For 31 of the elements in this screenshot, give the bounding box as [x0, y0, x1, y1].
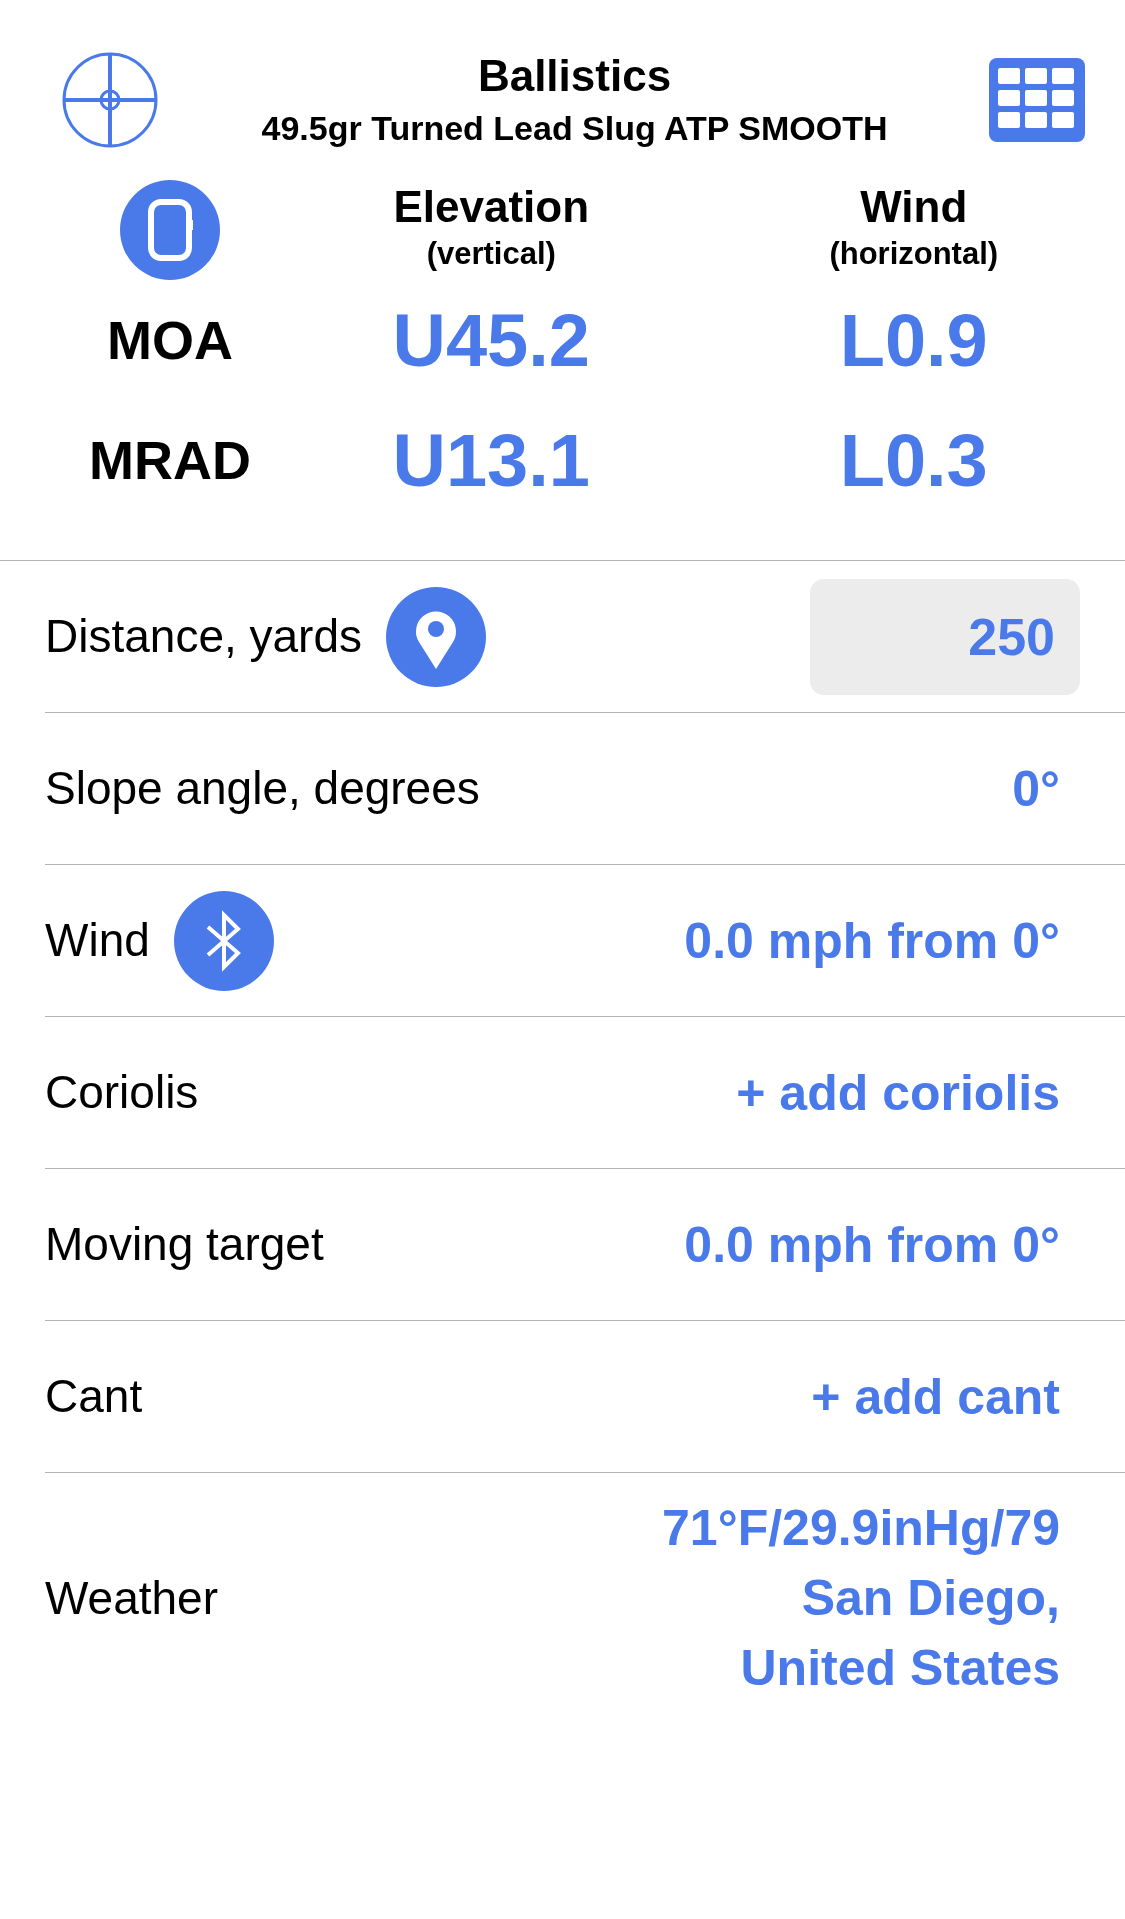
row-value[interactable]: 0.0 mph from 0°	[684, 905, 1060, 976]
distance-field[interactable]: 250	[810, 578, 1080, 695]
column-title: Elevation	[393, 182, 590, 231]
column-note: (horizontal)	[829, 234, 999, 273]
correction-value: L0.3	[839, 417, 988, 504]
column-title: Wind	[860, 182, 968, 231]
row-value[interactable]: + add coriolis	[736, 1057, 1060, 1128]
correction-value: U13.1	[392, 417, 590, 504]
correction-value: U45.2	[392, 297, 590, 384]
column-note: (vertical)	[426, 234, 556, 273]
weather-value[interactable]: 71°F/29.9inHg/79 San Diego, United States	[662, 1493, 1060, 1703]
unit-label: MOA	[107, 308, 233, 372]
correction-value: L0.9	[839, 297, 988, 384]
unit-label: MRAD	[89, 428, 251, 492]
row-label: Wind	[45, 913, 150, 968]
load-subtitle: 49.5gr Turned Lead Slug ATP SMOOTH	[261, 107, 888, 149]
location-pin-icon[interactable]	[386, 586, 486, 687]
row-value[interactable]: + add cant	[811, 1361, 1060, 1432]
row-value[interactable]: 0.0 mph from 0°	[684, 1209, 1060, 1280]
screen-title: Ballistics	[477, 50, 672, 102]
grid-icon[interactable]	[989, 58, 1085, 142]
row-label: Weather	[45, 1570, 219, 1626]
row-label: Coriolis	[45, 1065, 199, 1120]
bluetooth-icon[interactable]	[173, 890, 274, 991]
watch-icon[interactable]	[120, 180, 220, 280]
crosshair-icon[interactable]	[60, 50, 160, 150]
row-label: Cant	[45, 1369, 143, 1424]
row-value[interactable]: 0°	[1012, 753, 1060, 824]
row-label: Distance, yards	[45, 609, 362, 664]
row-label: Slope angle, degrees	[45, 761, 480, 816]
row-label: Moving target	[45, 1217, 324, 1272]
